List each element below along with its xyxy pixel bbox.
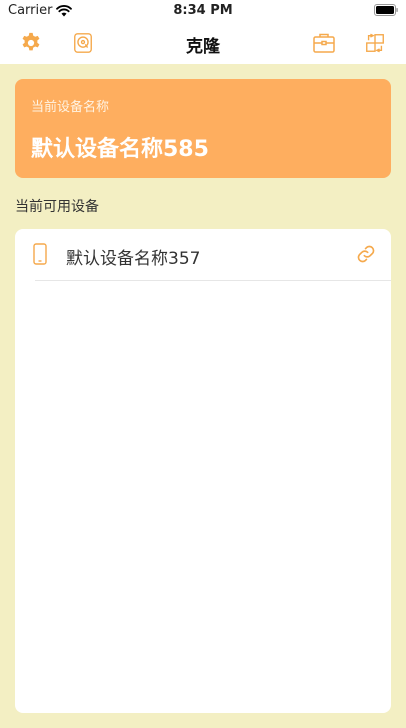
current-device-name: 默认设备名称585 [31, 137, 209, 162]
navigation-bar: 克隆 [0, 22, 406, 64]
row-divider [35, 280, 391, 281]
phone-icon [33, 243, 47, 265]
status-bar: Carrier 8:34 PM [0, 0, 406, 22]
briefcase-icon[interactable] [311, 30, 337, 56]
status-time: 8:34 PM [173, 3, 233, 18]
battery-icon [374, 4, 398, 16]
available-devices-title: 当前可用设备 [15, 199, 99, 215]
list-item[interactable]: 默认设备名称357 [15, 229, 391, 281]
current-device-label: 当前设备名称 [31, 100, 110, 115]
device-name: 默认设备名称357 [66, 249, 201, 269]
link-icon[interactable] [356, 244, 376, 264]
current-device-card: 当前设备名称 默认设备名称585 [15, 79, 391, 178]
swap-icon[interactable] [362, 30, 388, 56]
device-list: 默认设备名称357 [15, 229, 391, 713]
page-title: 克隆 [186, 37, 220, 57]
